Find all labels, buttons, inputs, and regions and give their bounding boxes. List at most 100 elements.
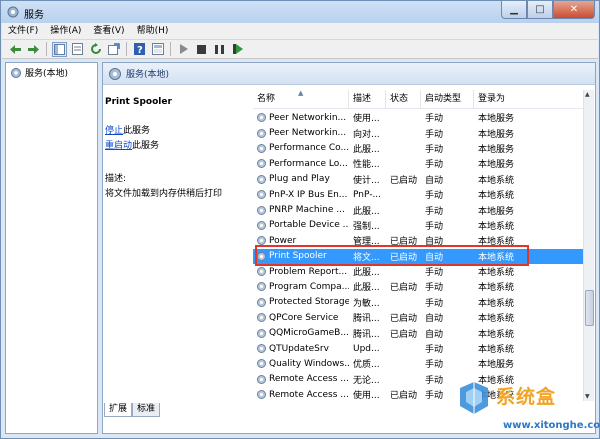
column-log-on-as[interactable]: 登录为 xyxy=(474,90,534,109)
description-label: 描述: xyxy=(105,174,127,184)
table-row[interactable]: Quality Windows... 优质... 手动 本地服务 xyxy=(253,356,583,371)
maximize-icon: □ xyxy=(535,4,545,15)
table-row[interactable]: Performance Lo... 性能... 手动 本地服务 xyxy=(253,156,583,171)
service-name: Problem Report... xyxy=(269,266,348,277)
minimize-icon: ▁ xyxy=(510,4,518,15)
cell-name: Remote Access ... xyxy=(253,374,349,385)
menu-help[interactable]: 帮助(H) xyxy=(131,23,175,40)
scrollbar-thumb[interactable] xyxy=(585,290,594,326)
table-row[interactable]: Plug and Play 使计... 已启动 自动 本地系统 xyxy=(253,172,583,187)
window-title: 服务 xyxy=(24,10,44,21)
cell-status: 已启动 xyxy=(390,314,418,325)
scroll-up-icon[interactable]: ▲ xyxy=(585,91,590,98)
table-row[interactable]: QQMicroGameB... 腾讯... 已启动 自动 本地系统 xyxy=(253,325,583,340)
table-row[interactable]: Program Compa... 此服... 已启动 手动 本地系统 xyxy=(253,279,583,294)
stop-service-button[interactable] xyxy=(194,42,209,57)
table-row[interactable]: Portable Device ... 强制... 手动 本地系统 xyxy=(253,218,583,233)
minimize-button[interactable]: ▁ xyxy=(501,1,527,19)
tree-item-services-local[interactable]: 服务(本地) xyxy=(10,66,68,79)
column-log-on-as-label: 登录为 xyxy=(478,94,506,104)
pane-header-title: 服务(本地) xyxy=(126,70,170,80)
service-gear-icon xyxy=(257,328,266,338)
menu-bar: 文件(F) 操作(A) 查看(V) 帮助(H) xyxy=(2,23,598,40)
close-button[interactable]: ✕ xyxy=(553,1,595,19)
back-button[interactable] xyxy=(8,42,23,57)
cell-log-on-as: 本地系统 xyxy=(478,175,515,186)
service-gear-icon xyxy=(257,159,266,169)
service-name: QTUpdateSrv xyxy=(269,343,329,354)
service-gear-icon xyxy=(257,143,266,153)
cell-name: Remote Access ... xyxy=(253,389,349,400)
cell-name: QPCore Service xyxy=(253,312,349,323)
cell-log-on-as: 本地服务 xyxy=(478,114,515,125)
cell-startup-type: 自动 xyxy=(425,175,444,186)
table-row[interactable]: Peer Networkin... 使用... 手动 本地服务 xyxy=(253,110,583,125)
menu-view[interactable]: 查看(V) xyxy=(87,23,130,40)
column-startup-type-label: 启动类型 xyxy=(425,94,462,104)
table-row[interactable]: Peer Networkin... 向对... 手动 本地服务 xyxy=(253,125,583,140)
start-service-button[interactable] xyxy=(176,42,191,57)
table-row[interactable]: Performance Co... 此服... 手动 本地服务 xyxy=(253,141,583,156)
cell-description: 此服... xyxy=(353,283,380,294)
menu-action[interactable]: 操作(A) xyxy=(44,23,87,40)
stop-service-link[interactable]: 停止 xyxy=(105,126,123,136)
cell-name: Plug and Play xyxy=(253,174,349,185)
table-row[interactable]: Protected Storage 为敏... 手动 本地系统 xyxy=(253,295,583,310)
help-button[interactable]: ? xyxy=(132,42,147,57)
stop-service-row: 停止此服务 xyxy=(105,124,245,139)
properties-button[interactable] xyxy=(70,42,85,57)
table-row[interactable]: PNRP Machine ... 此服... 手动 本地服务 xyxy=(253,202,583,217)
cell-name: Portable Device ... xyxy=(253,220,349,231)
vertical-scrollbar[interactable]: ▲ ▼ xyxy=(583,90,594,401)
table-row[interactable]: QTUpdateSrv Upd... 手动 本地系统 xyxy=(253,341,583,356)
column-status[interactable]: 状态 xyxy=(386,90,421,109)
watermark-logo-icon xyxy=(460,382,488,414)
title-bar[interactable]: 服务 ▁ □ ✕ xyxy=(1,1,599,23)
selected-service-name: Print Spooler xyxy=(105,97,172,107)
menu-file[interactable]: 文件(F) xyxy=(2,23,44,40)
show-hide-tree-button[interactable] xyxy=(52,41,67,57)
cell-log-on-as: 本地服务 xyxy=(478,206,515,217)
cell-name: PnP-X IP Bus En... xyxy=(253,189,349,200)
svg-text:?: ? xyxy=(137,45,143,55)
cell-name: Performance Co... xyxy=(253,143,349,154)
service-gear-icon xyxy=(257,190,266,200)
table-row[interactable]: Problem Report... 此服... 手动 本地系统 xyxy=(253,264,583,279)
services-gear-icon xyxy=(109,67,121,80)
service-gear-icon xyxy=(257,344,266,354)
export-button[interactable] xyxy=(106,42,121,57)
service-gear-icon xyxy=(257,374,266,384)
cell-log-on-as: 本地服务 xyxy=(478,160,515,171)
cell-log-on-as: 本地系统 xyxy=(478,298,515,309)
forward-button[interactable] xyxy=(26,42,41,57)
console-button[interactable] xyxy=(150,42,165,57)
column-description[interactable]: 描述 xyxy=(349,90,386,109)
refresh-icon xyxy=(90,43,101,54)
pause-service-button[interactable] xyxy=(212,42,227,57)
column-startup-type[interactable]: 启动类型 xyxy=(421,90,474,109)
cell-description: 使计... xyxy=(353,175,380,186)
service-name: Performance Lo... xyxy=(269,158,348,169)
close-icon: ✕ xyxy=(569,4,579,15)
column-name[interactable]: ▲ 名称 xyxy=(253,90,349,109)
cell-name: QQMicroGameB... xyxy=(253,328,349,339)
service-gear-icon xyxy=(257,390,266,400)
cell-startup-type: 手动 xyxy=(425,191,444,202)
cell-status: 已启动 xyxy=(390,283,418,294)
tab-extended[interactable]: 扩展 xyxy=(104,403,133,417)
stop-service-suffix: 此服务 xyxy=(123,126,151,136)
maximize-button[interactable]: □ xyxy=(527,1,553,19)
service-gear-icon xyxy=(257,282,266,292)
table-row[interactable]: QPCore Service 腾讯... 已启动 自动 本地系统 xyxy=(253,310,583,325)
tree-pane: 服务(本地) xyxy=(5,62,98,434)
table-row[interactable]: PnP-X IP Bus En... PnP-... 手动 本地系统 xyxy=(253,187,583,202)
restart-service-link[interactable]: 重启动 xyxy=(105,141,132,151)
service-name: Performance Co... xyxy=(269,143,349,154)
service-gear-icon xyxy=(257,359,266,369)
refresh-button[interactable] xyxy=(88,42,103,57)
tab-standard[interactable]: 标准 xyxy=(132,403,161,417)
restart-service-button[interactable] xyxy=(230,42,245,57)
stop-icon xyxy=(197,44,206,54)
service-name: Remote Access ... xyxy=(269,374,349,385)
cell-startup-type: 手动 xyxy=(425,268,444,279)
